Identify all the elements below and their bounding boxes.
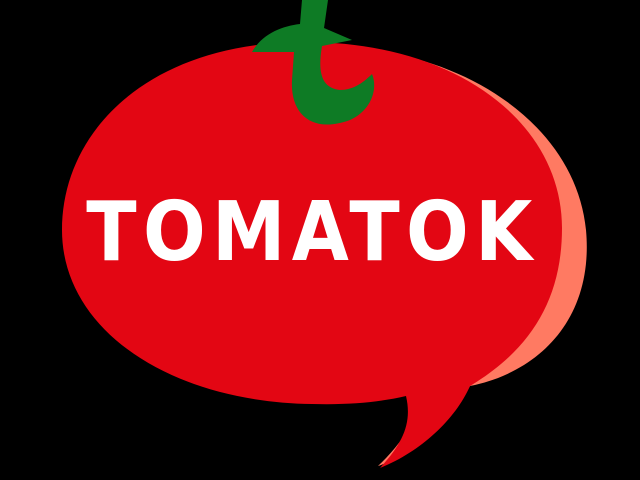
brand-name: TOMATOK bbox=[86, 185, 539, 280]
logo-screen: TOMATOK bbox=[0, 0, 640, 480]
